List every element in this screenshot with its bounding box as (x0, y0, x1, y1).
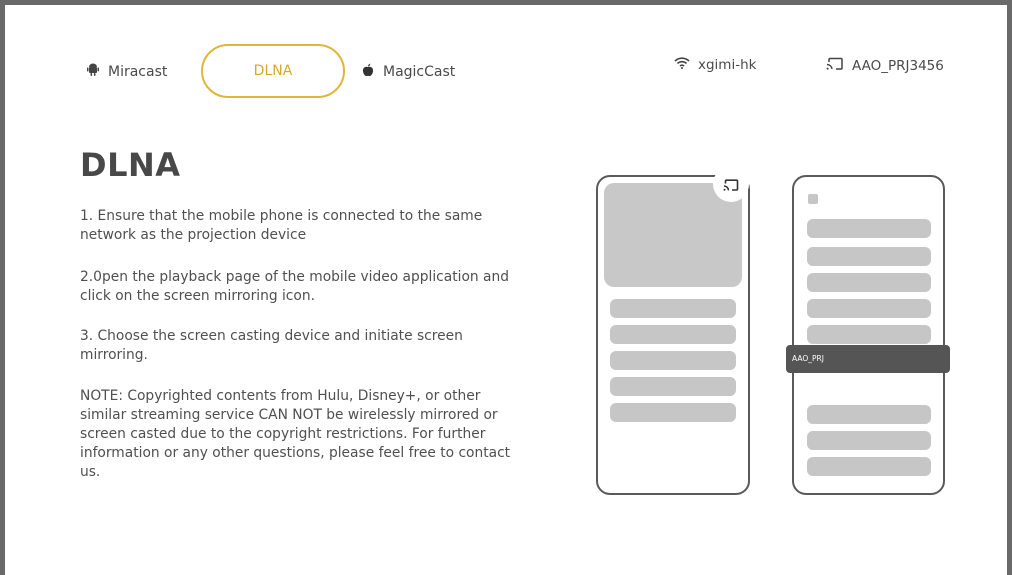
instruction-step-1: 1. Ensure that the mobile phone is conne… (80, 208, 483, 243)
device-status: AAO_PRJ3456 (826, 57, 944, 75)
tab-label: Miracast (108, 63, 168, 80)
phone-illustration-devices (792, 175, 945, 495)
wifi-icon (674, 57, 690, 73)
instruction-step-3: 3. Choose the screen casting device and … (80, 328, 463, 363)
screen-mirroring-button (713, 166, 749, 202)
android-icon (87, 63, 99, 80)
list-bar (807, 457, 931, 476)
wifi-label: xgimi-hk (698, 57, 757, 73)
list-bar (610, 325, 736, 344)
list-bar (610, 299, 736, 318)
list-bar (807, 247, 931, 266)
phone-illustration-video (596, 175, 750, 495)
page-title: DLNA (80, 146, 181, 184)
list-bar (807, 299, 931, 318)
tab-label: MagicCast (383, 64, 456, 80)
device-label: AAO_PRJ3456 (852, 58, 944, 74)
instruction-step-2: 2.0pen the playback page of the mobile v… (80, 269, 509, 304)
tab-label: DLNA (253, 63, 293, 79)
status-dot (808, 194, 818, 204)
list-bar (807, 219, 931, 238)
list-bar (807, 431, 931, 450)
tab-miracast[interactable]: Miracast (87, 63, 167, 80)
selected-device-highlight: AAO_PRJ (786, 345, 950, 373)
wifi-status: xgimi-hk (674, 57, 756, 73)
cast-icon (723, 177, 739, 196)
tab-dlna[interactable]: DLNA (201, 44, 345, 98)
list-bar (610, 351, 736, 370)
cast-icon (826, 57, 844, 75)
tab-magiccast[interactable]: MagicCast (362, 63, 455, 81)
list-bar (807, 325, 931, 344)
copyright-note: NOTE: Copyrighted contents from Hulu, Di… (80, 388, 511, 480)
list-bar (807, 273, 931, 292)
list-bar (610, 403, 736, 422)
list-bar (807, 405, 931, 424)
list-bar (610, 377, 736, 396)
apple-icon (362, 63, 374, 81)
